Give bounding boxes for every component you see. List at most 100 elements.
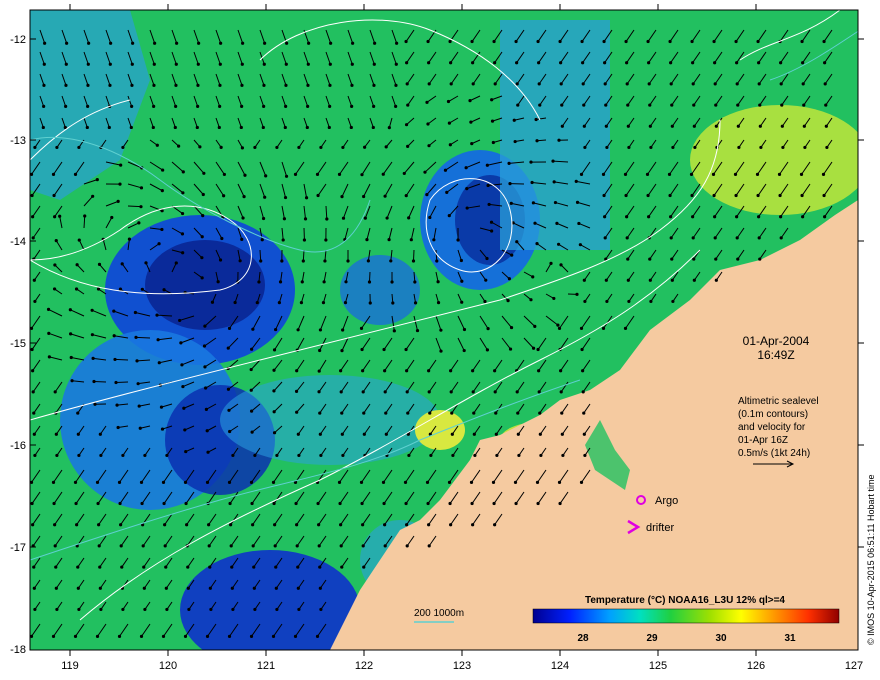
velocity-arrow-head (581, 82, 585, 86)
velocity-arrow-head (47, 355, 51, 359)
velocity-arrow-head (152, 62, 156, 66)
velocity-arrow-head (462, 348, 466, 353)
velocity-arrow-head (757, 82, 761, 86)
velocity-arrow-head (226, 346, 230, 350)
velocity-arrow-head (382, 501, 386, 506)
velocity-arrow-head (53, 263, 57, 267)
velocity-arrow-head (153, 41, 157, 45)
velocity-arrow-head (297, 607, 301, 612)
velocity-arrow-head (294, 501, 298, 506)
velocity-arrow-head (624, 39, 628, 44)
velocity-arrow-head (315, 634, 320, 638)
velocity-arrow-head (340, 195, 344, 199)
velocity-arrow-head (510, 253, 514, 257)
velocity-arrow-head (485, 163, 489, 167)
velocity-arrow-head (601, 172, 606, 176)
velocity-arrow-head (83, 214, 87, 218)
velocity-arrow-head (489, 220, 494, 224)
velocity-arrow-head (508, 347, 513, 351)
velocity-arrow-head (582, 278, 586, 282)
velocity-arrow-head (484, 278, 488, 282)
velocity-arrow-head (319, 145, 323, 150)
velocity-arrow-head (449, 390, 453, 394)
velocity-arrow-head (451, 453, 455, 458)
velocity-arrow-head (76, 565, 80, 569)
velocity-arrow-head (394, 83, 398, 87)
velocity-arrow-head (181, 384, 185, 389)
velocity-arrow-head (515, 240, 519, 244)
velocity-arrow-head (164, 565, 168, 569)
velocity-arrow-head (492, 39, 496, 44)
velocity-arrow-head (735, 236, 739, 240)
velocity-arrow (302, 249, 305, 262)
velocity-arrow-head (220, 236, 224, 241)
velocity-arrow-head (162, 288, 166, 292)
velocity-arrow-head (427, 523, 431, 527)
velocity-arrow-head (275, 145, 279, 150)
velocity-arrow-head (227, 634, 232, 638)
velocity-arrow-head (327, 125, 331, 130)
velocity-arrow-head (109, 41, 113, 45)
velocity-arrow-head (227, 408, 231, 412)
velocity-arrow-head (203, 324, 207, 328)
velocity-arrow-head (711, 172, 716, 176)
velocity-arrow-head (581, 390, 585, 394)
velocity-arrow-head (493, 390, 497, 394)
velocity-arrow-head (395, 41, 399, 45)
velocity-arrow-head (108, 62, 112, 66)
velocity-arrow-head (31, 215, 35, 219)
velocity-arrow-head (233, 300, 237, 305)
velocity-arrow-head (186, 565, 190, 569)
velocity-arrow-head (98, 565, 102, 569)
velocity-arrow-head (582, 103, 586, 107)
velocity-arrow-head (561, 453, 565, 458)
velocity-arrow-head (271, 634, 276, 638)
velocity-arrow-head (625, 82, 629, 86)
velocity-arrow-head (671, 299, 675, 304)
velocity-arrow-head (362, 194, 366, 199)
velocity-arrow-head (174, 83, 178, 87)
velocity-arrow-head (387, 126, 391, 130)
velocity-arrow-head (604, 124, 608, 128)
velocity-arrow-head (217, 125, 221, 130)
x-tick-121: 121 (257, 660, 275, 672)
velocity-arrow-head (251, 523, 255, 527)
velocity-arrow-head (95, 178, 99, 182)
velocity-arrow-head (74, 287, 79, 291)
velocity-arrow-head (31, 390, 35, 394)
drifter-label: drifter (646, 522, 674, 534)
info-line-2: (0.1m contours) (738, 409, 808, 420)
velocity-arrow-head (273, 523, 277, 527)
velocity-arrow-head (464, 166, 468, 170)
velocity-arrow-head (530, 180, 534, 185)
velocity-arrow-head (263, 195, 267, 199)
velocity-arrow-head (626, 257, 630, 261)
velocity-arrow-head (197, 41, 201, 45)
velocity-arrow-head (603, 236, 607, 240)
velocity-arrow-head (156, 338, 160, 342)
velocity-arrow-head (713, 82, 717, 86)
velocity-arrow-head (52, 287, 57, 291)
velocity-arrow-head (249, 480, 254, 484)
velocity-arrow-head (372, 104, 376, 108)
velocity-arrow-head (73, 634, 78, 638)
velocity-arrow-head (293, 634, 298, 638)
velocity-arrow-head (425, 100, 429, 104)
velocity-arrow-head (52, 501, 56, 506)
colorbar-tick-31: 31 (784, 633, 796, 644)
velocity-arrow-head (96, 501, 100, 506)
colorbar (532, 608, 840, 624)
velocity-arrow-head (240, 146, 244, 150)
velocity-arrow-head (175, 41, 179, 45)
velocity-arrow-head (32, 411, 36, 415)
velocity-arrow-head (363, 216, 367, 220)
velocity-arrow-head (210, 300, 215, 304)
velocity-arrow-head (75, 523, 79, 527)
velocity-arrow-head (250, 501, 254, 506)
velocity-arrow-head (371, 125, 375, 130)
velocity-arrow-head (626, 278, 630, 282)
velocity-arrow-head (301, 259, 305, 263)
velocity-arrow-head (117, 634, 122, 638)
velocity-arrow-head (55, 607, 59, 612)
velocity-arrow-head (196, 83, 200, 87)
